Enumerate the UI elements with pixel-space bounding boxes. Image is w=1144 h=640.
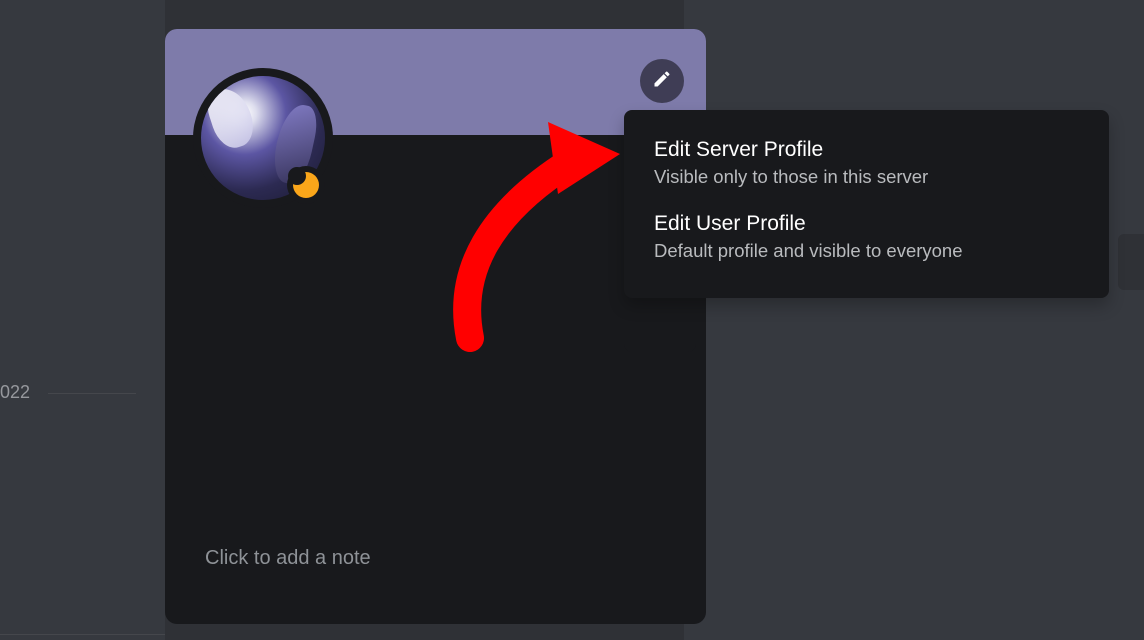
popup-back-stub	[624, 302, 696, 352]
edit-user-profile-item[interactable]: Edit User Profile Default profile and vi…	[624, 202, 1109, 276]
menu-item-subtitle: Visible only to those in this server	[654, 166, 1079, 188]
idle-status-icon	[293, 172, 319, 198]
menu-item-title: Edit Server Profile	[654, 138, 1079, 162]
edit-server-profile-item[interactable]: Edit Server Profile Visible only to thos…	[624, 128, 1109, 202]
menu-item-title: Edit User Profile	[654, 212, 1079, 236]
avatar-container[interactable]	[193, 68, 333, 208]
right-tab-stub	[1118, 234, 1144, 290]
note-input[interactable]	[205, 547, 665, 570]
year-divider-line	[48, 393, 136, 394]
year-divider-label: 022	[0, 382, 30, 403]
menu-item-subtitle: Default profile and visible to everyone	[654, 240, 1079, 262]
edit-profile-button[interactable]	[640, 59, 684, 103]
left-panel-bg	[0, 0, 165, 640]
right-panel-bg	[684, 0, 1144, 640]
bottom-divider-line	[0, 634, 165, 635]
pencil-icon	[652, 69, 672, 94]
edit-profile-popup: Edit Server Profile Visible only to thos…	[624, 110, 1109, 298]
status-badge	[287, 166, 325, 204]
